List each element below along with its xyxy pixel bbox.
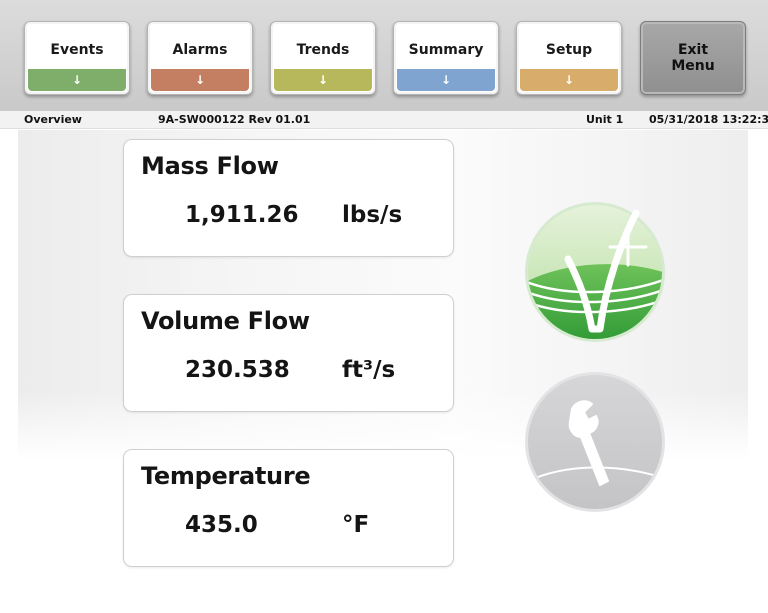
temperature-unit: °F xyxy=(342,512,370,538)
mass-flow-card: Mass Flow 1,911.26 lbs/s xyxy=(123,139,454,257)
volume-flow-label: Volume Flow xyxy=(141,307,310,335)
verification-button[interactable] xyxy=(524,201,666,343)
arrow-down-icon: ↓ xyxy=(440,73,452,87)
summary-button[interactable]: Summary ↓ xyxy=(393,21,499,95)
trends-button[interactable]: Trends ↓ xyxy=(270,21,376,95)
arrow-down-icon: ↓ xyxy=(317,73,329,87)
temperature-label: Temperature xyxy=(141,462,311,490)
status-bar: Overview 9A-SW000122 Rev 01.01 Unit 1 05… xyxy=(0,111,768,129)
setup-button[interactable]: Setup ↓ xyxy=(516,21,622,95)
exit-menu-label-line2: Menu xyxy=(671,58,715,74)
volume-flow-value: 230.538 xyxy=(185,357,290,383)
temperature-card: Temperature 435.0 °F xyxy=(123,449,454,567)
events-button-strip: ↓ xyxy=(28,69,126,91)
arrow-down-icon: ↓ xyxy=(194,73,206,87)
service-button[interactable] xyxy=(524,371,666,513)
events-button[interactable]: Events ↓ xyxy=(24,21,130,95)
wrench-icon xyxy=(525,372,665,512)
temperature-value: 435.0 xyxy=(185,512,258,538)
exit-menu-button[interactable]: Exit Menu xyxy=(640,21,746,95)
events-button-label: Events xyxy=(50,42,104,58)
trends-button-strip: ↓ xyxy=(274,69,372,91)
exit-menu-label-line1: Exit xyxy=(677,42,709,58)
check-verification-icon xyxy=(525,202,665,342)
volume-flow-card: Volume Flow 230.538 ft³/s xyxy=(123,294,454,412)
mass-flow-unit: lbs/s xyxy=(342,202,403,228)
software-version: 9A-SW000122 Rev 01.01 xyxy=(158,113,311,126)
unit-name: Unit 1 xyxy=(586,113,624,126)
date-time: 05/31/2018 13:22:34 xyxy=(649,113,768,126)
top-navigation-bar: Events ↓ Alarms ↓ Trends ↓ Summary ↓ Set… xyxy=(0,0,768,111)
alarms-button-label: Alarms xyxy=(172,42,228,58)
alarms-button-strip: ↓ xyxy=(151,69,249,91)
mass-flow-value: 1,911.26 xyxy=(185,202,299,228)
trends-button-label: Trends xyxy=(296,42,350,58)
summary-button-label: Summary xyxy=(408,42,484,58)
summary-button-strip: ↓ xyxy=(397,69,495,91)
alarms-button[interactable]: Alarms ↓ xyxy=(147,21,253,95)
arrow-down-icon: ↓ xyxy=(563,73,575,87)
volume-flow-unit: ft³/s xyxy=(342,357,396,383)
mass-flow-label: Mass Flow xyxy=(141,152,279,180)
arrow-down-icon: ↓ xyxy=(71,73,83,87)
setup-button-label: Setup xyxy=(545,42,593,58)
setup-button-strip: ↓ xyxy=(520,69,618,91)
screen-name: Overview xyxy=(24,113,82,126)
